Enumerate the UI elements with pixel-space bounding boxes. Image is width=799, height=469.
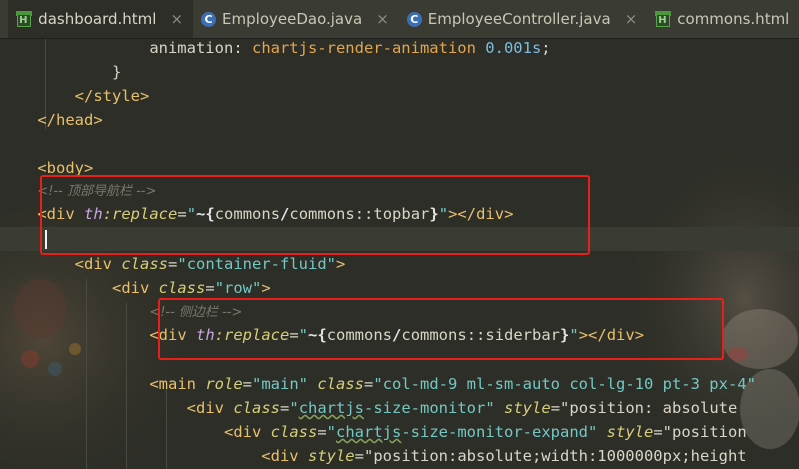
tab-partial-html[interactable]: l (0, 0, 8, 38)
code-line: animation: chartjs-render-animation 0.00… (149, 39, 551, 57)
code-line: <div class="container-fluid"> (74, 255, 346, 273)
tab-employeecontroller-java[interactable]: C EmployeeController.java × (399, 0, 647, 38)
java-class-icon: C (406, 11, 422, 27)
code-line: </head> (37, 111, 103, 129)
tab-employeedao-java[interactable]: C EmployeeDao.java × (193, 0, 399, 38)
close-icon[interactable]: × (170, 10, 183, 28)
tab-label: dashboard.html (38, 10, 157, 28)
highlight-box-topbar (40, 175, 590, 255)
tab-dashboard-html[interactable]: H dashboard.html × (8, 0, 194, 38)
tab-label: EmployeeDao.java (222, 10, 363, 28)
tab-label: commons.html (677, 10, 790, 28)
tab-commons-html[interactable]: H commons.html (647, 0, 799, 38)
code-editor[interactable]: animation: chartjs-render-animation 0.00… (0, 39, 799, 469)
java-class-icon: C (201, 11, 217, 27)
html-file-icon: H (655, 11, 672, 27)
code-line: <div class="chartjs-size-monitor-expand"… (223, 423, 747, 441)
close-icon[interactable]: × (625, 10, 638, 28)
code-line: <div class="chartjs-size-monitor" style=… (186, 399, 738, 417)
editor-tab-bar: l H dashboard.html × C EmployeeDao.java … (0, 0, 799, 39)
code-line: </style> (74, 87, 150, 105)
highlight-box-siderbar (158, 298, 724, 360)
code-line: <div class="row"> (111, 279, 271, 297)
code-line: <div style="position:absolute;width:1000… (261, 447, 747, 465)
tab-label: EmployeeController.java (427, 10, 611, 28)
close-icon[interactable]: × (376, 10, 389, 28)
code-line: <main role="main" class="col-md-9 ml-sm-… (149, 375, 756, 393)
html-file-icon: H (16, 11, 33, 27)
code-line: } (111, 63, 122, 81)
